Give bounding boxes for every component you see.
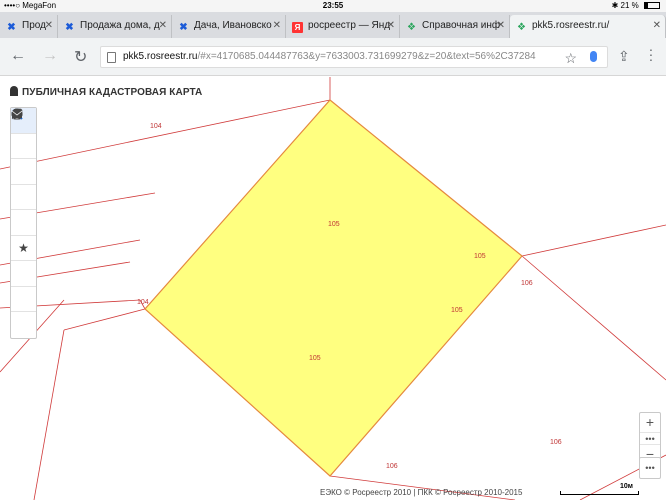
draw-tool-button[interactable]	[11, 109, 36, 210]
close-icon[interactable]: ✕	[385, 20, 395, 31]
menu-dots-icon[interactable]: · · ·	[648, 42, 654, 66]
map-canvas[interactable]: 104 104 105 105 105 105 106 106 106	[0, 77, 666, 500]
boundary-line	[33, 329, 65, 500]
tab-strip: ✖ Прод ✕ ✖ Продажа дома, д ✕ ✖ Дача, Иванов…	[0, 12, 666, 38]
tab-5-active[interactable]: ❖ pkk5.rosreestr.ru/ ✕	[510, 15, 666, 38]
help-tool-button[interactable]: ?	[11, 108, 36, 312]
tab-3[interactable]: Яросреестр — Янд ✕	[286, 15, 400, 38]
label-105: 105	[474, 253, 486, 260]
favorites-tool-button[interactable]: ★	[11, 236, 36, 261]
browser-toolbar: ← → ↻ pkk5.rosreestr.ru/#x=4170685.04448…	[0, 38, 666, 76]
battery-area: ✱ 21 %	[612, 1, 660, 10]
reload-icon[interactable]: ↻	[74, 47, 87, 67]
selected-parcel[interactable]	[144, 99, 523, 477]
page-title: ПУБЛИЧНАЯ КАДАСТРОВАЯ КАРТА	[22, 87, 203, 98]
zoom-levels-indicator: •••	[640, 433, 660, 445]
forward-arrow-icon[interactable]: →	[42, 47, 58, 65]
map-brand[interactable]: ПУБЛИЧНАЯ КАДАСТРОВАЯ КАРТА	[10, 86, 202, 98]
back-arrow-icon[interactable]: ←	[10, 47, 26, 65]
browser-window: ••••○ MegaFon 23:55 ✱ 21 % ✖ Прод ✕ ✖ Прод…	[0, 0, 666, 500]
print-tool-button[interactable]	[11, 109, 36, 287]
scale-bar	[560, 491, 639, 495]
bluetooth-icon: ✱	[611, 1, 619, 10]
copyright-text: ЕЭКО © Росреестр 2010 | ПКК © Росреестр …	[320, 488, 523, 497]
clock: 23:55	[322, 1, 344, 10]
map-toolbar: ★ ?	[10, 107, 37, 339]
tab-4[interactable]: ❖ Справочная инф ✕	[400, 15, 510, 38]
cadastral-map[interactable]: 104 104 105 105 105 105 106 106 106 ПУБЛ…	[0, 77, 666, 500]
measure-tool-button[interactable]	[11, 108, 36, 236]
star-icon: ★	[18, 240, 29, 255]
sprav-icon: ❖	[407, 22, 416, 33]
label-105: 105	[309, 355, 321, 362]
boundary-line	[521, 255, 666, 381]
tab-2[interactable]: ✖ Дача, Ивановско ✕	[172, 15, 286, 38]
layers-tool-button[interactable]	[11, 109, 36, 185]
status-bar: ••••○ MegaFon 23:55 ✱ 21 %	[0, 0, 666, 12]
close-icon[interactable]: ✕	[495, 20, 505, 31]
label-106: 106	[521, 280, 533, 287]
address-bar[interactable]: pkk5.rosreestr.ru/#x=4170685.044487763&y…	[100, 46, 608, 68]
zoom-in-button[interactable]: +	[640, 413, 660, 433]
tab-title: Продажа дома, д	[80, 20, 160, 31]
blue-cross-icon: ✖	[179, 22, 188, 33]
boundary-line	[521, 224, 666, 257]
url-path: /#x=4170685.044487763&y=7633003.73169927…	[197, 51, 536, 62]
tab-title: Справочная инф	[422, 20, 501, 31]
url-host: pkk5.rosreestr.ru	[123, 51, 198, 62]
tab-title: pkk5.rosreestr.ru/	[532, 20, 610, 31]
boundary-line	[63, 308, 146, 331]
more-options-button[interactable]: •••	[639, 457, 661, 479]
blue-cross-icon: ✖	[7, 22, 16, 33]
feedback-tool-button[interactable]	[11, 110, 36, 338]
label-106: 106	[386, 463, 398, 470]
battery-percent: 21 %	[620, 1, 639, 10]
label-104: 104	[150, 123, 162, 130]
close-icon[interactable]: ✕	[43, 20, 53, 31]
close-icon[interactable]: ✕	[157, 20, 167, 31]
close-icon[interactable]: ✕	[271, 20, 281, 31]
info-tool-button[interactable]	[11, 108, 36, 159]
label-106: 106	[550, 439, 562, 446]
page-icon	[107, 52, 116, 63]
battery-icon	[644, 2, 660, 9]
tab-1[interactable]: ✖ Продажа дома, д ✕	[58, 15, 172, 38]
yandex-icon: Я	[292, 22, 303, 33]
mail-icon	[11, 110, 23, 118]
label-104: 104	[137, 299, 149, 306]
close-icon[interactable]: ✕	[650, 20, 661, 31]
share-icon[interactable]: ⇪	[618, 48, 630, 65]
sprav-icon: ❖	[517, 22, 526, 33]
tab-title: росреестр — Янд	[308, 20, 391, 31]
tab-title: Дача, Ивановско	[194, 20, 272, 31]
tab-0[interactable]: ✖ Прод ✕	[0, 15, 58, 38]
blue-cross-icon: ✖	[65, 22, 74, 33]
bookmark-star-icon[interactable]: ☆	[560, 48, 577, 67]
mic-icon[interactable]	[590, 51, 597, 62]
label-105: 105	[328, 221, 340, 228]
rosreestr-logo-icon	[10, 86, 18, 96]
scale-label: 10м	[620, 483, 633, 490]
label-105: 105	[451, 307, 463, 314]
